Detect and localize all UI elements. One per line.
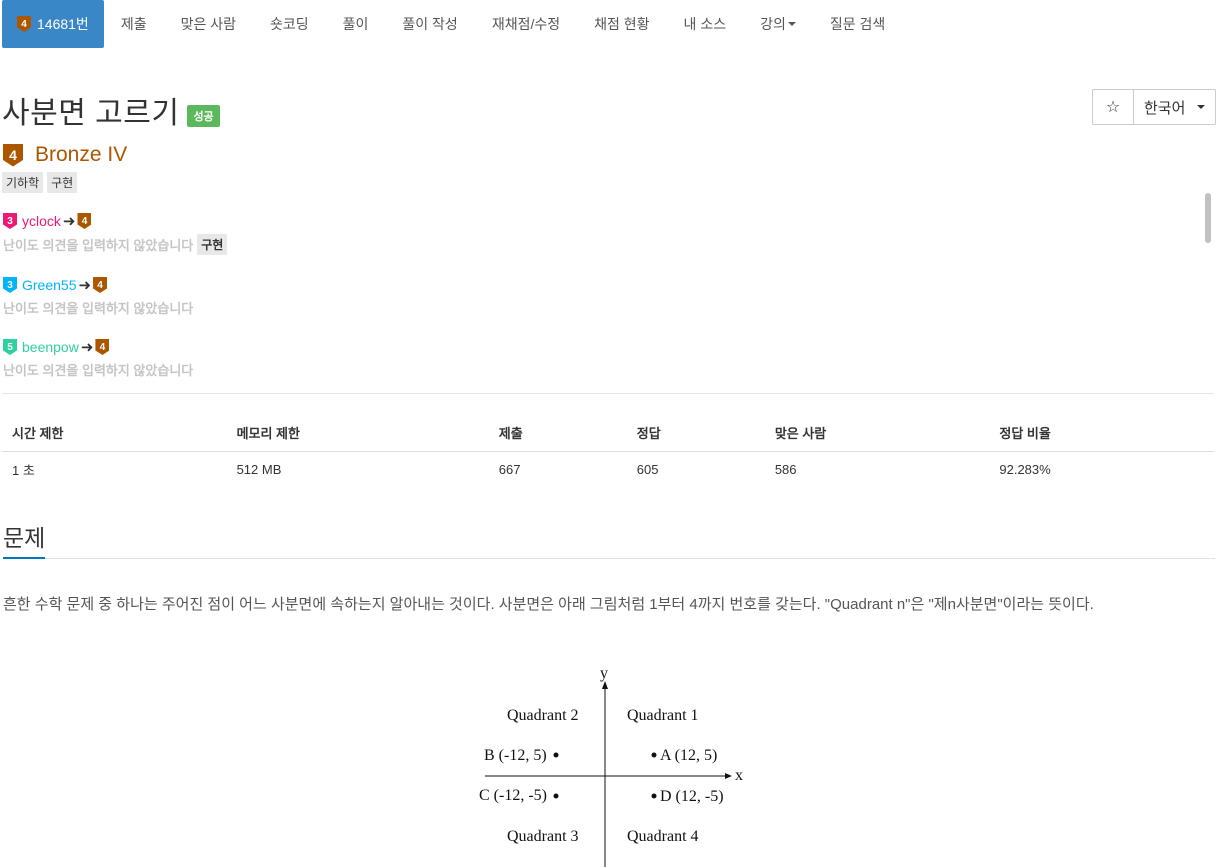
star-button[interactable]: ☆ [1092, 89, 1134, 125]
arrow-right-icon: ➜ [78, 277, 92, 294]
time-limit-value: 1 초 [12, 463, 35, 479]
accepted-value: 605 [636, 462, 659, 478]
quadrant-4-label: Quadrant 4 [627, 828, 699, 845]
problem-id-label: 14681번 [37, 16, 89, 32]
accept-ratio-value: 92.283% [999, 462, 1051, 478]
star-icon: ☆ [1105, 99, 1121, 116]
status-badge: 성공 [187, 105, 220, 127]
opinion-text: 난이도 의견을 입력하지 않았습니다 [3, 301, 194, 316]
ruby-tier-icon: 3 [3, 213, 17, 229]
bronze-tier-icon: 4 [3, 143, 23, 167]
title-controls: ☆ 한국어 [1092, 89, 1216, 125]
top-nav: 4 14681번 제출 맞은 사람 숏코딩 풀이 풀이 작성 재채점/수정 채점… [0, 0, 1220, 48]
x-axis-arrow [725, 773, 732, 779]
tag-geometry[interactable]: 기하학 [2, 172, 44, 193]
language-label: 한국어 [1144, 99, 1186, 117]
arrow-right-icon: ➜ [80, 339, 94, 356]
bronze-tier-icon: 4 [17, 16, 31, 32]
point-a [651, 752, 657, 758]
tab-my-source[interactable]: 내 소스 [667, 0, 744, 48]
tab-solutions[interactable]: 풀이 [326, 0, 386, 48]
tier-row: 4 Bronze IV [3, 143, 127, 167]
tab-status[interactable]: 채점 현황 [577, 0, 666, 48]
header-submissions: 제출 [488, 414, 627, 452]
bronze-tier-icon: 4 [93, 277, 108, 293]
tab-short-coding[interactable]: 숏코딩 [253, 0, 326, 48]
tab-lecture-dropdown[interactable]: 강의 [743, 0, 813, 48]
tab-correct-users[interactable]: 맞은 사람 [164, 0, 253, 48]
opinion-text: 난이도 의견을 입력하지 않았습니다 [3, 363, 194, 378]
bronze-tier-icon: 4 [77, 213, 92, 229]
opinion-username[interactable]: Green55 [22, 277, 76, 293]
section-divider [45, 558, 1215, 559]
lecture-label: 강의 [760, 16, 786, 32]
point-d [651, 793, 657, 799]
page-title: 사분면 고르기 [2, 97, 180, 130]
tab-question-search[interactable]: 질문 검색 [813, 0, 902, 48]
tab-write-solution[interactable]: 풀이 작성 [385, 0, 474, 48]
diamond-tier-icon: 3 [3, 277, 17, 293]
section-title: 문제 [3, 525, 46, 551]
quadrant-1-label: Quadrant 1 [627, 707, 699, 724]
algorithm-tags: 기하학 구현 [2, 172, 78, 193]
opinion-item: 3 Green55 ➜ 4 난이도 의견을 입력하지 않았습니다 [3, 276, 227, 317]
section-underline [3, 557, 45, 559]
opinion-text: 난이도 의견을 입력하지 않았습니다 [3, 238, 194, 253]
opinions-scrollbar[interactable] [1205, 193, 1211, 243]
table-header-row: 시간 제한 메모리 제한 제출 정답 맞은 사람 정답 비율 [2, 414, 1214, 452]
quadrant-2-label: Quadrant 2 [507, 707, 579, 724]
point-a-label: A (12, 5) [660, 747, 717, 764]
header-accepted: 정답 [626, 414, 765, 452]
opinion-tag: 구현 [197, 234, 228, 255]
tag-implementation[interactable]: 구현 [47, 172, 78, 193]
header-solved-users: 맞은 사람 [764, 414, 990, 452]
tab-submit[interactable]: 제출 [104, 0, 164, 48]
title-row: 사분면 고르기 성공 [2, 88, 220, 132]
caret-down-icon [1197, 105, 1205, 109]
solved-users-value: 586 [774, 462, 797, 478]
problem-description: 흔한 수학 문제 중 하나는 주어진 점이 어느 사분면에 속하는지 알아내는 … [3, 596, 1094, 613]
table-row: 1 초 512 MB 667 605 586 92.283% [2, 451, 1214, 488]
memory-limit-value: 512 MB [236, 462, 282, 478]
point-b [553, 752, 559, 758]
opinion-username[interactable]: beenpow [22, 339, 79, 355]
submissions-value: 667 [498, 462, 521, 478]
caret-down-icon [787, 22, 796, 26]
header-memory-limit: 메모리 제한 [226, 414, 489, 452]
header-time-limit: 시간 제한 [2, 414, 227, 452]
emerald-tier-icon: 5 [3, 339, 17, 355]
y-axis-arrow [602, 681, 608, 689]
tier-name: Bronze IV [35, 143, 128, 166]
difficulty-opinions: 3 yclock ➜ 4 난이도 의견을 입력하지 않았습니다 구현 3 Gre… [3, 212, 228, 400]
point-c [553, 793, 559, 799]
point-c-label: C (-12, -5) [479, 787, 547, 804]
language-select[interactable]: 한국어 [1134, 89, 1216, 125]
header-accept-ratio: 정답 비율 [989, 414, 1214, 452]
quadrant-figure: x y Quadrant 2 Quadrant 1 Quadrant 3 Qua… [479, 665, 743, 867]
opinion-item: 5 beenpow ➜ 4 난이도 의견을 입력하지 않았습니다 [3, 338, 227, 379]
opinion-item: 3 yclock ➜ 4 난이도 의견을 입력하지 않았습니다 구현 [3, 212, 228, 255]
opinion-username[interactable]: yclock [22, 213, 61, 229]
divider [2, 393, 1214, 394]
tab-rejudge[interactable]: 재채점/수정 [475, 0, 577, 48]
arrow-right-icon: ➜ [62, 213, 76, 230]
y-axis-label: y [600, 665, 608, 682]
point-b-label: B (-12, 5) [484, 747, 547, 764]
tab-problem[interactable]: 4 14681번 [2, 0, 104, 48]
bronze-tier-icon: 4 [95, 339, 110, 355]
problem-stats-table: 시간 제한 메모리 제한 제출 정답 맞은 사람 정답 비율 1 초 512 M… [2, 414, 1214, 488]
point-d-label: D (12, -5) [660, 788, 724, 805]
quadrant-3-label: Quadrant 3 [507, 828, 579, 845]
x-axis-label: x [735, 767, 743, 784]
